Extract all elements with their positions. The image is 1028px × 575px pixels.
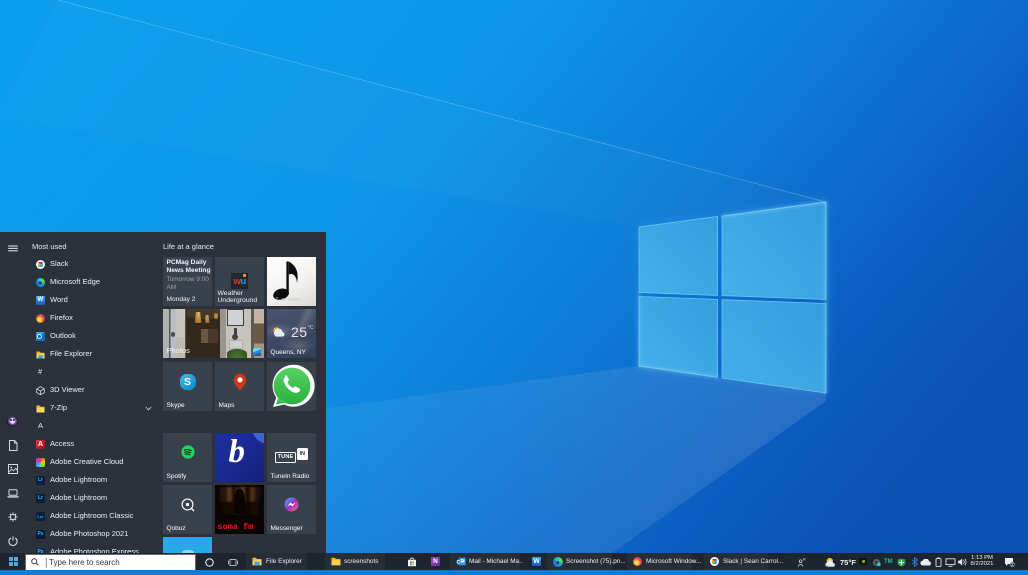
svg-text:R: R xyxy=(803,557,806,562)
